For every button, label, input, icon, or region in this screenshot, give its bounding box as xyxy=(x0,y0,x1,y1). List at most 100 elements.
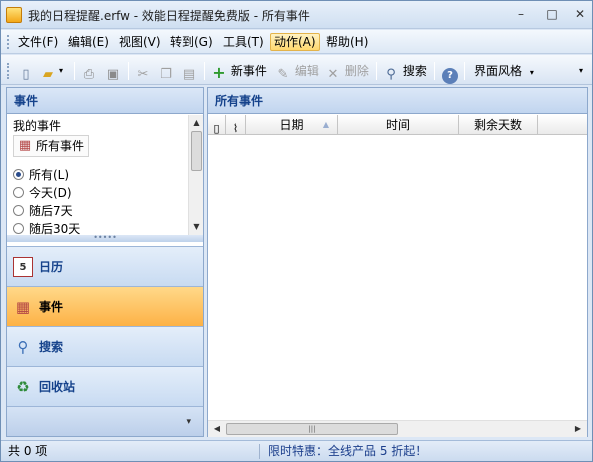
toolbar-separator xyxy=(434,62,435,80)
pane-splitter[interactable]: ••••• xyxy=(7,234,203,242)
filter-next7-radio[interactable]: 随后7天 xyxy=(13,203,73,219)
menu-grip[interactable] xyxy=(7,35,10,49)
toolbar-separator xyxy=(464,62,465,80)
document-icon: ▯ xyxy=(213,122,220,135)
toolbar-separator xyxy=(376,62,377,80)
menu-goto[interactable]: 转到(G) xyxy=(167,33,216,51)
menu-file[interactable]: 文件(F) xyxy=(15,33,61,51)
paperclip-icon: ⌇ xyxy=(232,122,239,135)
search-button[interactable]: ⚲ 搜索 xyxy=(383,61,427,82)
filter-today-radio[interactable]: 今天(D) xyxy=(13,185,72,201)
print-icon: ⎙ xyxy=(83,67,95,82)
open-dropdown-button[interactable]: ▾ xyxy=(59,61,63,81)
maximize-button[interactable]: □ xyxy=(542,5,562,23)
event-list-pane: 所有事件 ▯ ⌇ 日期 ▲ 时间 剩余天数 ◀ ||| ▶ xyxy=(207,87,588,437)
status-bar: 共 0 项 限时特惠：全线产品 5 折起！ xyxy=(1,440,592,461)
toolbar-overflow-button[interactable]: ▾ xyxy=(579,61,583,81)
scroll-thumb[interactable] xyxy=(191,131,202,171)
event-folder-list: 我的事件 ▦ 所有事件 所有(L) 今天(D) 随后7天 随后30天 xyxy=(7,115,188,235)
nav-search[interactable]: ⚲ 搜索 xyxy=(7,326,203,366)
filter-today-label: 今天(D) xyxy=(29,186,72,200)
paste-icon: ▤ xyxy=(182,67,196,82)
menu-tools[interactable]: 工具(T) xyxy=(220,33,267,51)
nav-configure-button[interactable]: ▾ xyxy=(7,406,203,436)
toolbar-grip[interactable] xyxy=(7,63,10,79)
new-document-button[interactable]: ▯ xyxy=(18,61,34,82)
print-preview-button[interactable]: ▣ xyxy=(105,61,121,82)
app-window: 我的日程提醒.erfw - 效能日程提醒免费版 - 所有事件 – □ ✕ 文件(… xyxy=(0,0,593,462)
cut-button[interactable]: ✂ xyxy=(135,61,151,82)
copy-button[interactable]: ❐ xyxy=(158,61,174,82)
print-button[interactable]: ⎙ xyxy=(81,61,97,82)
nav-events[interactable]: ▦ 事件 xyxy=(7,286,203,326)
nav-recycle-bin[interactable]: ♻ 回收站 xyxy=(7,366,203,406)
filter-next30-label: 随后30天 xyxy=(29,222,81,235)
skin-dropdown[interactable]: 界面风格 ▾ xyxy=(474,61,534,81)
navigation-pane: 事件 我的事件 ▦ 所有事件 所有(L) 今天(D) 随后7天 随后30天 ▲ … xyxy=(6,87,204,437)
navigation-pane-header: 事件 xyxy=(7,88,203,114)
grid-icon: ▦ xyxy=(18,138,32,153)
grid-header: ▯ ⌇ 日期 ▲ 时间 剩余天数 xyxy=(208,115,587,135)
horizontal-scrollbar[interactable]: ◀ ||| ▶ xyxy=(208,420,587,437)
toolbar: ▯ ▰ ▾ ⎙ ▣ ✂ ❐ ▤ + 新事件 ✎ 编辑 ✕ 删除 ⚲ 搜索 ? 界… xyxy=(1,55,592,85)
nav-calendar-label: 日历 xyxy=(39,260,64,274)
scroll-thumb[interactable]: ||| xyxy=(226,423,398,435)
column-time[interactable]: 时间 xyxy=(338,115,459,135)
delete-button[interactable]: ✕ 删除 xyxy=(325,61,369,82)
sort-ascending-icon: ▲ xyxy=(322,120,329,129)
open-folder-icon: ▰ xyxy=(43,67,53,82)
filter-all-label: 所有(L) xyxy=(29,168,70,182)
app-icon xyxy=(6,7,22,23)
scroll-right-icon[interactable]: ▶ xyxy=(572,423,584,435)
filter-next7-label: 随后7天 xyxy=(29,204,73,218)
all-events-item[interactable]: ▦ 所有事件 xyxy=(13,135,90,157)
minimize-button[interactable]: – xyxy=(511,5,531,23)
filter-all-radio[interactable]: 所有(L) xyxy=(13,167,69,183)
filter-next30-radio[interactable]: 随后30天 xyxy=(13,221,80,235)
radio-icon xyxy=(13,187,24,198)
open-button[interactable]: ▰ xyxy=(40,61,56,82)
column-date-label: 日期 xyxy=(279,118,304,132)
edit-button[interactable]: ✎ 编辑 xyxy=(275,61,319,82)
column-days-left[interactable]: 剩余天数 xyxy=(459,115,538,135)
grid-icon: ▦ xyxy=(15,298,31,316)
event-list-header: 所有事件 xyxy=(208,88,587,114)
menu-actions[interactable]: 动作(A) xyxy=(270,33,320,51)
new-event-button[interactable]: + 新事件 xyxy=(211,61,267,81)
new-event-label: 新事件 xyxy=(230,64,267,78)
event-list-scrollbar[interactable]: ▲ ▼ xyxy=(188,115,203,235)
paste-button[interactable]: ▤ xyxy=(181,61,197,82)
column-type[interactable]: ▯ xyxy=(208,115,226,135)
edit-icon: ✎ xyxy=(277,67,289,82)
delete-icon: ✕ xyxy=(327,67,339,82)
close-button[interactable]: ✕ xyxy=(570,5,590,23)
nav-events-label: 事件 xyxy=(39,300,64,314)
toolbar-separator xyxy=(128,62,129,80)
promo-link[interactable]: 限时特惠：全线产品 5 折起！ xyxy=(268,441,427,462)
radio-selected-icon xyxy=(13,169,24,180)
help-button[interactable]: ? xyxy=(442,61,458,84)
skin-label: 界面风格 xyxy=(474,64,523,78)
toolbar-separator xyxy=(74,62,75,80)
menu-help[interactable]: 帮助(H) xyxy=(323,33,371,51)
scroll-down-icon[interactable]: ▼ xyxy=(191,221,202,233)
nav-recycle-label: 回收站 xyxy=(39,380,76,394)
menu-view[interactable]: 视图(V) xyxy=(116,33,164,51)
copy-icon: ❐ xyxy=(160,67,172,82)
chevron-down-icon: ▾ xyxy=(529,68,534,77)
radio-icon xyxy=(13,223,24,234)
scroll-left-icon[interactable]: ◀ xyxy=(211,423,223,435)
title-bar: 我的日程提醒.erfw - 效能日程提醒免费版 - 所有事件 – □ ✕ xyxy=(1,1,592,29)
column-attachment[interactable]: ⌇ xyxy=(226,115,246,135)
column-date[interactable]: 日期 ▲ xyxy=(246,115,338,135)
toolbar-separator xyxy=(204,62,205,80)
nav-calendar[interactable]: 5 日历 xyxy=(7,246,203,286)
calendar-icon: 5 xyxy=(13,257,33,277)
menu-edit[interactable]: 编辑(E) xyxy=(65,33,112,51)
nav-search-label: 搜索 xyxy=(39,340,64,354)
status-divider xyxy=(259,444,260,459)
search-label: 搜索 xyxy=(402,64,427,78)
scroll-up-icon[interactable]: ▲ xyxy=(191,117,202,129)
window-title: 我的日程提醒.erfw - 效能日程提醒免费版 - 所有事件 xyxy=(28,9,310,23)
item-count: 共 0 项 xyxy=(8,444,48,458)
